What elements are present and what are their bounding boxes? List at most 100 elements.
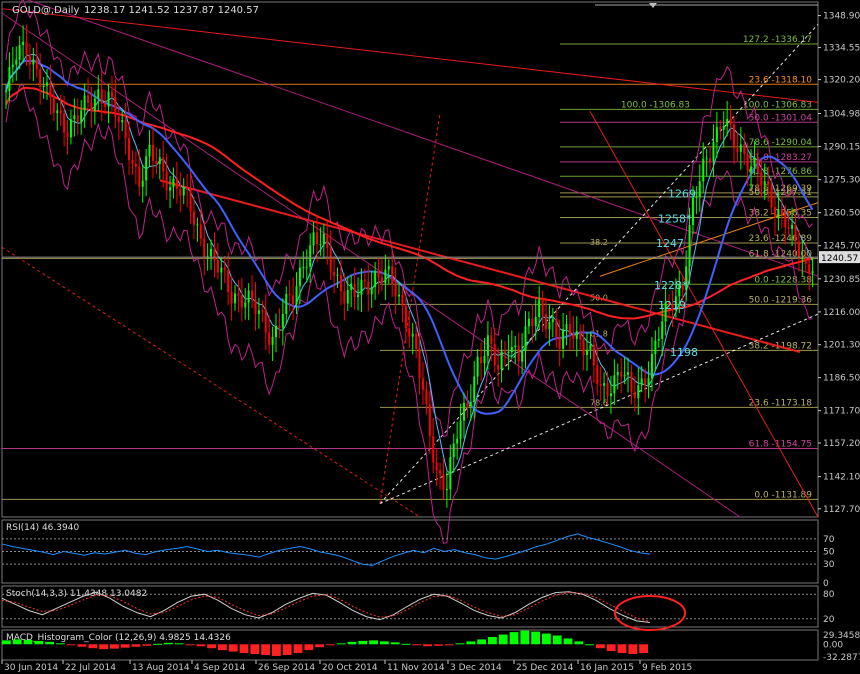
date-axis-label: 22 Jul 2014 (65, 663, 116, 673)
macd-histogram-bar (45, 641, 54, 645)
candle-body (346, 289, 349, 304)
candle-body (387, 266, 390, 270)
candle-body (357, 294, 360, 298)
candle-body (603, 383, 606, 386)
macd-histogram-bar (488, 636, 497, 645)
rsi-title: RSI(14) 46.3940 (6, 523, 79, 533)
candle-body (380, 277, 383, 284)
macd-histogram-bar (401, 643, 411, 645)
fib-inner-label: 38.2 (590, 238, 608, 247)
candle-body (350, 283, 353, 290)
candle-body (736, 148, 739, 152)
candle-body (213, 248, 216, 261)
candle-body (295, 286, 298, 305)
date-axis-label: 26 Sep 2014 (258, 663, 315, 673)
stoch-axis-label: 20 (823, 615, 835, 625)
candle-body (763, 181, 766, 186)
candle-body (275, 325, 277, 338)
candle-body (555, 319, 558, 337)
candle-body (797, 241, 800, 259)
candle-body (76, 115, 79, 122)
macd-histogram-bar (218, 644, 227, 651)
macd-histogram-bar (574, 641, 584, 645)
candle-body (456, 438, 459, 444)
candle-body (254, 299, 257, 315)
macd-histogram-bar (56, 643, 65, 645)
candle-body (633, 391, 636, 399)
candle-body (66, 132, 69, 138)
candle-body (476, 356, 479, 377)
candle-body (452, 443, 455, 458)
candle-body (534, 317, 537, 327)
current-price-label: 1240.57 (821, 254, 858, 264)
macd-histogram-bar (390, 642, 400, 645)
candle-body (370, 287, 373, 295)
price-axis-label: 1216.00 (823, 308, 860, 318)
candle-body (28, 54, 31, 65)
candle-body (8, 67, 11, 92)
fib-inner-label: 78.6 (590, 399, 608, 408)
candle-body (158, 157, 161, 165)
macd-histogram-bar (639, 644, 648, 654)
price-annotation: 1219 (658, 299, 686, 312)
candle-body (35, 59, 38, 70)
candle-body (394, 284, 397, 297)
rsi-axis-label: 30 (823, 560, 835, 570)
candle-body (729, 118, 732, 125)
candle-body (746, 153, 749, 172)
candle-body (360, 279, 363, 295)
macd-histogram-bar (88, 644, 98, 649)
macd-histogram-bar (142, 644, 152, 646)
candle-body (661, 321, 664, 339)
candle-body (650, 354, 653, 379)
fib-level-label: 61.8 -1154.75 (749, 439, 812, 449)
macd-histogram-bar (174, 643, 184, 645)
candle-body (620, 371, 623, 377)
candle-body (415, 333, 418, 349)
candle-body (305, 266, 308, 268)
candle-body (688, 225, 691, 267)
candle-body (432, 436, 435, 463)
macd-histogram-bar (239, 644, 249, 654)
candle-body (722, 125, 725, 130)
candle-body (493, 344, 496, 366)
macd-histogram-bar (455, 643, 465, 645)
candle-body (302, 267, 305, 269)
price-annotation: 1269 (668, 188, 696, 201)
candle-body (647, 378, 650, 386)
candle-body (391, 266, 394, 285)
candle-body (613, 375, 616, 394)
candle-body (230, 291, 233, 304)
candle-body (309, 245, 312, 267)
candle-body (558, 336, 561, 349)
candle-body (698, 181, 701, 197)
fib-level-label: 78.6 -1290.04 (749, 138, 813, 148)
candle-body (572, 334, 575, 339)
macd-histogram-bar (412, 644, 422, 646)
macd-histogram-bar (617, 644, 627, 654)
candle-body (562, 329, 565, 349)
candle-body (104, 103, 107, 107)
candle-body (316, 232, 319, 245)
candle-body (510, 347, 513, 352)
candle-body (753, 157, 756, 167)
candle-body (521, 350, 524, 362)
macd-histogram-bar (272, 644, 281, 656)
candle-body (278, 325, 281, 328)
price-axis-label: 1334.55 (823, 44, 860, 54)
candle-body (271, 337, 274, 345)
candle-body (527, 318, 530, 327)
candle-body (616, 371, 619, 376)
candle-body (568, 323, 571, 335)
date-axis-label: 13 Aug 2014 (132, 663, 190, 673)
candle-body (240, 295, 243, 308)
macd-histogram-bar (542, 633, 551, 645)
candle-body (32, 59, 35, 65)
macd-histogram-bar (164, 642, 173, 645)
candle-body (18, 44, 21, 60)
candle-body (319, 244, 322, 246)
candle-body (756, 157, 759, 173)
chart-title-ohlc: 1238.17 1241.52 1237.87 1240.57 (84, 5, 259, 16)
candle-body (507, 351, 510, 353)
chart-title-symbol: GOLD@,Daily (12, 5, 79, 16)
